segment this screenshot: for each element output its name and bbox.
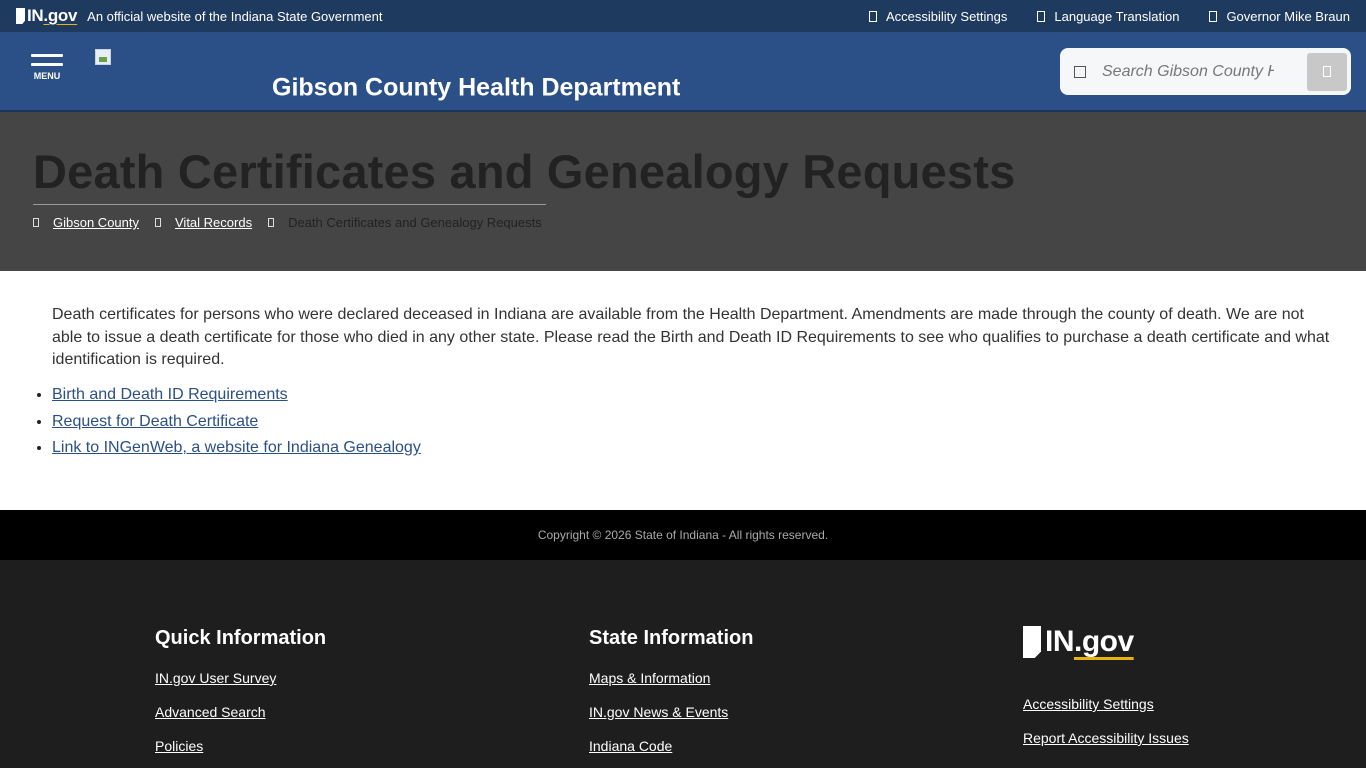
official-site-notice: IN .gov An official website of the Indian… xyxy=(16,6,382,26)
site-header: MENU Gibson County Health Department xyxy=(0,32,1366,112)
indiana-state-icon xyxy=(16,8,25,24)
breadcrumb-chevron-icon xyxy=(33,218,39,227)
governor-link[interactable]: Governor Mike Braun xyxy=(1209,9,1350,24)
language-translation-link[interactable]: Language Translation xyxy=(1037,9,1179,24)
menu-label: MENU xyxy=(33,71,61,81)
footer-ingov-logo-prefix: IN xyxy=(1045,625,1075,658)
menu-button[interactable]: MENU xyxy=(31,54,67,94)
report-accessibility-issues-link[interactable]: Report Accessibility Issues xyxy=(1023,730,1189,746)
broken-logo-image[interactable] xyxy=(95,49,111,65)
breadcrumb-link-gibson-county[interactable]: Gibson County xyxy=(53,215,139,230)
policies-link[interactable]: Policies xyxy=(155,738,326,754)
list-item: Link to INGenWeb, a website for Indiana … xyxy=(52,439,421,466)
news-events-link[interactable]: IN.gov News & Events xyxy=(589,704,753,720)
footer-quick-information: Quick Information IN.gov User Survey Adv… xyxy=(155,627,326,772)
list-item: Birth and Death ID Requirements xyxy=(52,386,421,413)
advanced-search-link[interactable]: Advanced Search xyxy=(155,704,326,720)
official-site-bar: IN .gov An official website of the Indian… xyxy=(0,0,1366,32)
official-website-text: An official website of the Indiana State… xyxy=(87,8,383,24)
title-divider xyxy=(33,204,546,205)
main-content: Death certificates for persons who were … xyxy=(0,272,1366,510)
copyright-bar: Copyright © 2026 State of Indiana - All … xyxy=(0,510,1366,560)
copyright-text: Copyright © 2026 State of Indiana - All … xyxy=(537,528,829,542)
ingov-logo[interactable]: IN .gov xyxy=(16,6,77,26)
page-title: Death Certificates and Genealogy Request… xyxy=(33,145,1016,198)
site-footer: Quick Information IN.gov User Survey Adv… xyxy=(0,560,1366,768)
breadcrumb-chevron-icon xyxy=(155,218,161,227)
indiana-state-icon xyxy=(1023,626,1041,658)
accessibility-icon xyxy=(869,10,877,22)
search-icon xyxy=(1074,65,1086,78)
footer-ingov: IN .gov Accessibility Settings Report Acc… xyxy=(1023,625,1189,764)
breadcrumb-item-gibson-county: Gibson County xyxy=(33,215,139,230)
accessibility-settings-link[interactable]: Accessibility Settings xyxy=(869,9,1007,24)
state-information-heading: State Information xyxy=(589,627,754,649)
indiana-code-link[interactable]: Indiana Code xyxy=(589,738,753,754)
search-form xyxy=(1060,48,1351,95)
ingenweb-link[interactable]: Link to INGenWeb, a website for Indiana … xyxy=(52,439,421,456)
footer-ingov-logo[interactable]: IN .gov xyxy=(1023,625,1189,658)
footer-state-information: State Information Maps & Information IN.… xyxy=(589,627,753,772)
utility-links: Accessibility Settings Language Translat… xyxy=(869,9,1350,24)
accessibility-settings-label: Accessibility Settings xyxy=(886,8,1008,24)
resource-links-list: Birth and Death ID Requirements Request … xyxy=(52,386,421,466)
request-death-certificate-link[interactable]: Request for Death Certificate xyxy=(52,413,258,430)
list-item: Request for Death Certificate xyxy=(52,413,421,440)
breadcrumb-current-page: Death Certificates and Genealogy Request… xyxy=(288,215,542,230)
search-submit-icon xyxy=(1323,66,1331,77)
quick-information-heading: Quick Information xyxy=(155,627,327,649)
breadcrumb-item-vital-records: Vital Records xyxy=(155,215,252,230)
breadcrumb: Gibson County Vital Records Death Certif… xyxy=(33,215,558,230)
translate-icon xyxy=(1037,10,1046,22)
hamburger-icon-bar xyxy=(31,63,63,66)
governor-icon xyxy=(1209,10,1218,22)
breadcrumb-item-current: Death Certificates and Genealogy Request… xyxy=(268,215,542,230)
user-survey-link[interactable]: IN.gov User Survey xyxy=(155,670,326,686)
footer-accessibility-settings-link[interactable]: Accessibility Settings xyxy=(1023,696,1189,712)
language-translation-label: Language Translation xyxy=(1054,8,1180,24)
ingov-logo-prefix: IN xyxy=(27,6,44,25)
breadcrumb-chevron-icon xyxy=(268,218,275,227)
intro-paragraph: Death certificates for persons who were … xyxy=(52,306,1330,368)
governor-label: Governor Mike Braun xyxy=(1226,8,1350,24)
hamburger-icon xyxy=(31,54,63,57)
footer-ingov-logo-suffix: .gov xyxy=(1074,625,1134,658)
search-input[interactable] xyxy=(1102,62,1274,81)
breadcrumb-link-vital-records[interactable]: Vital Records xyxy=(175,215,252,230)
ingov-logo-suffix: .gov xyxy=(43,6,78,25)
search-submit-button[interactable] xyxy=(1307,52,1347,91)
site-title[interactable]: Gibson County Health Department xyxy=(272,74,680,103)
maps-information-link[interactable]: Maps & Information xyxy=(589,670,753,686)
birth-death-id-requirements-link[interactable]: Birth and Death ID Requirements xyxy=(52,386,288,403)
